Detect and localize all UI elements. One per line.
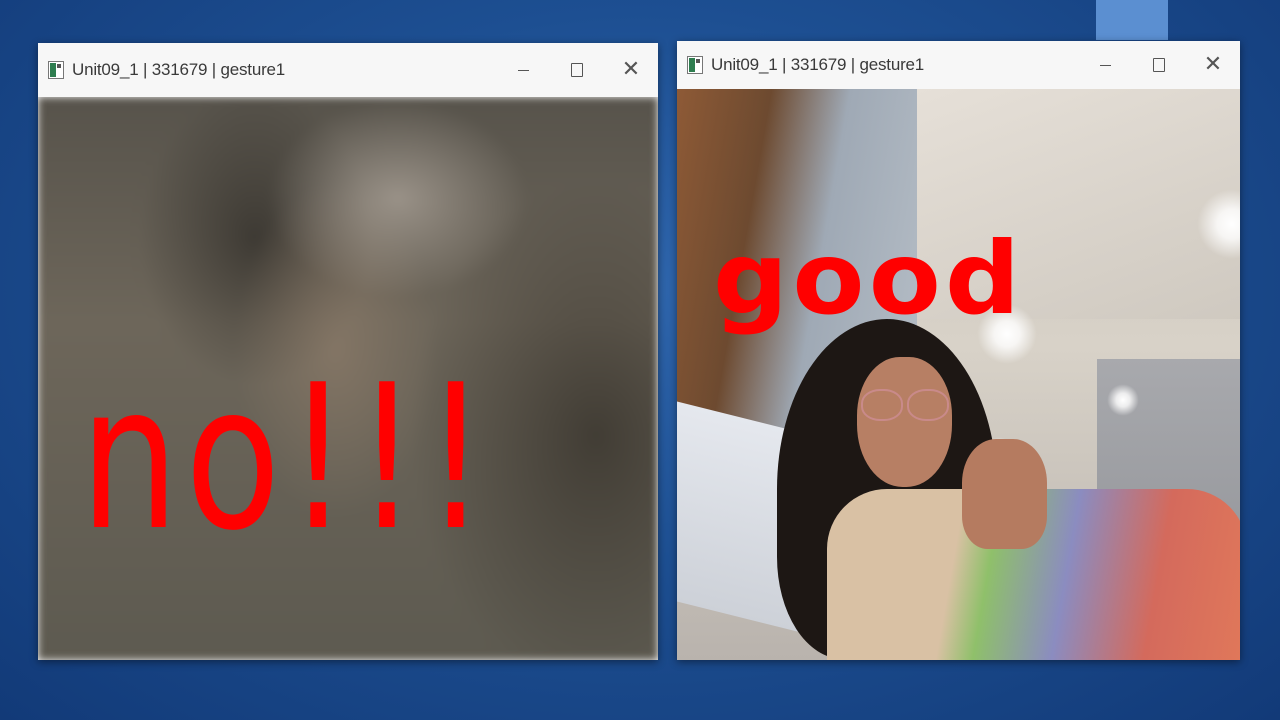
maximize-icon: [571, 63, 583, 77]
minimize-button[interactable]: [1078, 41, 1132, 89]
minimize-button[interactable]: [496, 43, 550, 97]
slide-accent-block: [1096, 0, 1168, 40]
opencv-window-good[interactable]: Unit09_1 | 331679 | gesture1 ✕ good: [677, 41, 1240, 660]
opencv-window-no[interactable]: Unit09_1 | 331679 | gesture1 ✕ no!!!: [38, 43, 658, 660]
minimize-icon: [517, 69, 529, 71]
window-titlebar[interactable]: Unit09_1 | 331679 | gesture1 ✕: [38, 43, 658, 97]
glasses: [861, 389, 951, 421]
person-face: [857, 357, 952, 487]
desktop: { "windows": [ { "title": "Unit09_1 | 33…: [0, 0, 1280, 720]
window-title: Unit09_1 | 331679 | gesture1: [72, 60, 286, 79]
camera-feed: good: [677, 89, 1240, 660]
thumbs-up-hand: [962, 439, 1047, 549]
minimize-icon: [1099, 64, 1111, 66]
window-title: Unit09_1 | 331679 | gesture1: [711, 55, 925, 74]
window-titlebar[interactable]: Unit09_1 | 331679 | gesture1 ✕: [677, 41, 1240, 89]
window-controls: ✕: [496, 43, 658, 97]
maximize-icon: [1153, 58, 1165, 72]
close-icon: ✕: [1203, 52, 1223, 77]
maximize-button[interactable]: [550, 43, 604, 97]
webcam-image: [677, 89, 1240, 660]
gesture-label: no!!!: [80, 342, 494, 575]
app-icon: [687, 56, 703, 74]
camera-feed: no!!!: [38, 97, 658, 660]
close-button[interactable]: ✕: [604, 43, 658, 97]
app-icon: [48, 61, 64, 79]
ceiling-light: [1107, 384, 1139, 416]
gesture-label: good: [713, 220, 1025, 337]
window-controls: ✕: [1078, 41, 1240, 89]
maximize-button[interactable]: [1132, 41, 1186, 89]
close-icon: ✕: [621, 57, 641, 82]
close-button[interactable]: ✕: [1186, 41, 1240, 89]
